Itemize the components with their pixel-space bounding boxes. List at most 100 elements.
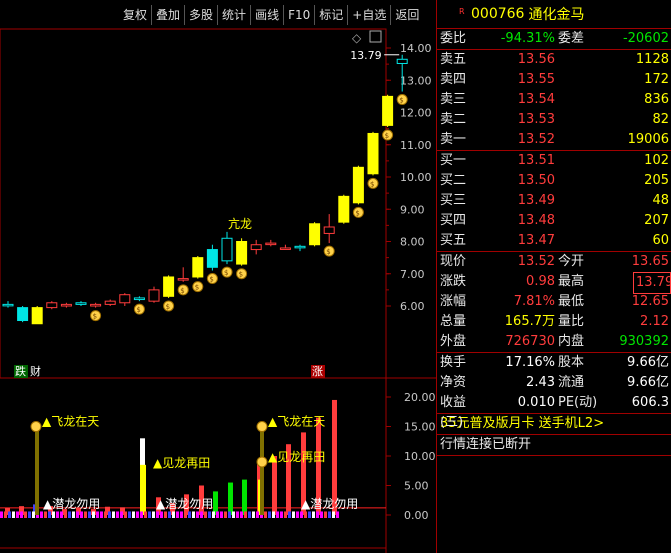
die-badge-label: 跌 [15,364,26,378]
toolbar-button-mark[interactable]: 标记 [314,5,348,25]
base-strip-bar [200,511,203,518]
base-strip-bar [128,511,131,518]
candle-body [382,95,394,126]
toolbar-button-multi-stock[interactable]: 多股 [184,5,218,25]
base-strip-bar [332,511,335,518]
price-tick-label: 9.00 [400,203,425,216]
base-strip-bar [8,511,11,518]
toolbar-button-fuquan[interactable]: 复权 [119,5,152,25]
base-strip-bar [124,511,127,518]
base-strip-bar [24,511,27,518]
bid-list: 买一 13.51 102 买二 13.50 205 买三 13.49 48 买四 13.48 207 买… [437,151,671,251]
bid-price: 13.47 [517,233,555,248]
ask-label: 卖五 [440,52,467,67]
quote-value: 13.52 [517,254,555,269]
base-strip-bar [20,511,23,518]
money-bag-icon-mark: $ [93,313,97,321]
candle-body [323,226,335,234]
candle-body [338,195,350,223]
bid-volume: 207 [644,213,669,228]
ask-volume: 836 [644,92,669,107]
bid-label: 买二 [440,173,467,188]
ind-tick-label: 15.00 [404,421,436,434]
base-strip-bar [220,511,223,518]
ask-label: 卖二 [440,112,467,127]
base-strip-bar [96,511,99,518]
candle-body [148,289,160,302]
quote-value: 0.98 [526,274,555,289]
price-tick-label: 11.00 [400,139,432,152]
cai-label: 财 [30,364,41,378]
toolbar-button-add-watchlist[interactable]: +自选 [347,5,391,25]
toolbar-button-back[interactable]: 返回 [390,5,424,25]
quote-row: 涨跌 0.98 最高 13.79 [437,272,671,294]
price-tick-label: 6.00 [400,300,425,313]
toolbar-button-draw-line[interactable]: 画线 [250,5,284,25]
base-strip-bar [4,511,7,518]
ask-label: 卖一 [440,132,467,147]
stock-header[interactable]: R 000766 通化金马 [437,0,671,28]
base-strip-bar [72,511,75,518]
base-strip-bar [44,511,47,518]
bid-row: 买五 13.47 60 [437,231,671,251]
base-strip-bar [144,511,147,518]
quote-value2: 12.65 [631,294,669,309]
weicha-label: 委差 [558,31,585,46]
money-bag-icon-mark: $ [355,209,359,217]
base-strip-bar [68,511,71,518]
base-strip-bar [176,511,179,518]
price-tick-label: 8.00 [400,236,425,249]
promo-link[interactable]: 35元普及版月卡 送手机L2> [437,414,671,434]
base-strip-bar [80,511,83,518]
stock-app: 14.00 13.00 12.00 11.00 10.00 9.00 8.00 7.00 6.0… [0,0,671,553]
toolbar-button-f10[interactable]: F10 [283,5,315,25]
base-strip-bar [140,511,143,518]
stat-value2: 9.66亿 [627,375,669,390]
toolbar-button-overlay[interactable]: 叠加 [151,5,185,25]
base-strip-bar [280,511,283,518]
chart-toolbar: 复权 叠加 多股 统计 画线 F10 标记 +自选 返回 [119,5,424,25]
signal-label: ▲见龙再田 [153,456,210,470]
candle-body [90,303,102,307]
kline-chart[interactable]: 14.00 13.00 12.00 11.00 10.00 9.00 8.00 7.00 6.0… [0,0,436,553]
indicator-bar [140,464,146,515]
ask-list: 卖五 13.56 1128 卖四 13.55 172 卖三 13.54 836 卖二 13.53 82… [437,50,671,150]
base-strip-bar [104,511,107,518]
indicator-bar [242,479,247,515]
ask-label: 卖三 [440,92,467,107]
stat-row: 收益(三) 0.010 PE(动) 606.3 [437,393,671,430]
toolbar-button-stats[interactable]: 统计 [217,5,251,25]
stat-label: 收益(三) [440,395,467,430]
bid-label: 买一 [440,153,467,168]
bid-row: 买三 13.49 48 [437,191,671,211]
ask-row: 卖一 13.52 19006 [437,130,671,150]
price-tick-label: 7.00 [400,268,425,281]
candle-body [2,303,14,307]
ask-price: 13.53 [517,112,555,127]
candle-body [250,244,262,251]
quote-list: 现价 13.52 今开 13.65 涨跌 0.98 最高 13.79 涨幅 7.81% 最低 12.6… [437,252,671,352]
price-tick-label: 13.00 [400,74,432,87]
candle-body [265,242,277,246]
base-strip-bar [336,511,339,518]
price-tick-label: 12.00 [400,107,432,120]
base-strip-bar [48,511,51,518]
candle-body [17,307,29,322]
weibi-value: -94.31% [500,31,555,46]
bid-price: 13.51 [517,153,555,168]
signal-label: ▲见龙再田 [268,450,325,464]
ask-price: 13.55 [517,72,555,87]
ask-price: 13.56 [517,52,555,67]
indicator-bar [272,456,277,515]
signal-stem [260,423,264,515]
base-strip-bar [148,511,151,518]
candle-body [294,245,306,249]
ask-volume: 1128 [635,52,669,67]
bid-price: 13.49 [517,193,555,208]
bid-volume: 102 [644,153,669,168]
candle-body [133,297,145,301]
ask-volume: 82 [652,112,669,127]
candle-body [119,294,131,304]
signal-label: ▲飞龙在天 [42,415,99,429]
base-strip-bar [84,511,87,518]
